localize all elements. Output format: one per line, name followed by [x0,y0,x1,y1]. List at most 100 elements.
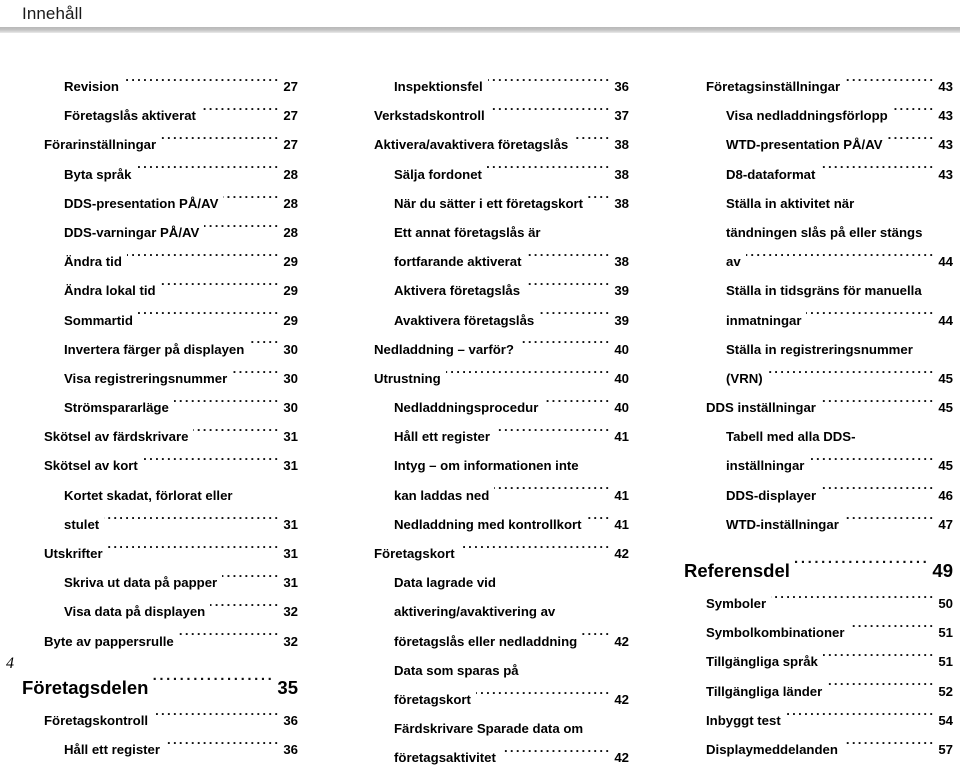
toc-entry-label: företagskort [394,691,471,707]
toc-entry[interactable]: Data lagrade vid [352,568,629,597]
toc-entry[interactable]: inställningar 45 [684,451,953,480]
toc-entry[interactable]: Färdskrivare Sparade data om [352,714,629,743]
toc-entry-page-number: 31 [283,516,298,532]
toc-entry[interactable]: Ställa in registreringsnummer [684,335,953,364]
toc-entry[interactable]: DDS-varningar PÅ/AV 28 [22,218,298,247]
toc-entry[interactable]: (VRN) 45 [684,364,953,393]
toc-entry[interactable]: aktivering/avaktivering av [352,597,629,626]
toc-entry[interactable]: Inbyggt test 54 [684,706,953,735]
toc-entry[interactable]: D8-dataformat 43 [684,160,953,189]
toc-entry-label: Färdskrivare Sparade data om [394,721,584,737]
toc-entry-label: Företagsdelen [22,676,149,698]
page-header: Innehåll [0,0,960,34]
toc-entry[interactable]: Symbolkombinationer 51 [684,618,953,647]
toc-entry[interactable]: Företagskontroll 36 [22,706,298,735]
toc-entry-page-number: 29 [283,283,298,299]
toc-entry[interactable]: Revision 27 [22,72,298,101]
toc-entry[interactable]: Ställa in tidsgräns för manuella [684,276,953,305]
toc-entry[interactable]: Skriva ut data på papper 31 [22,568,298,597]
toc-entry[interactable]: Tillgängliga språk 51 [684,647,953,676]
toc-entry[interactable]: Byta språk 28 [22,160,298,189]
toc-entry[interactable]: Strömspararläge 30 [22,393,298,422]
page-title: Innehåll [22,4,83,23]
toc-entry[interactable]: Sälja fordonet 38 [352,160,629,189]
toc-entry[interactable]: Visa nedladdningsförlopp 43 [684,101,953,130]
toc-entry[interactable]: Skötsel av färdskrivare 31 [22,422,298,451]
toc-entry[interactable]: Ändra lokal tid 29 [22,276,298,305]
toc-entry[interactable]: Inspektionsfel 36 [352,72,629,101]
toc-entry[interactable]: DDS-displayer 46 [684,481,953,510]
toc-entry[interactable]: Företagsdelen 35 [22,669,298,706]
toc-entry-page-number: 40 [614,400,629,416]
toc-entry-page-number: 47 [938,516,953,532]
toc-entry[interactable]: Kortet skadat, förlorat eller [22,481,298,510]
toc-entry[interactable]: Invertera färger på displayen 30 [22,335,298,364]
toc-entry[interactable]: Företagslås aktiverat 27 [22,101,298,130]
toc-entry[interactable]: Nedladdning – varför? 40 [352,335,629,364]
toc-entry[interactable]: Förarinställningar 27 [22,130,298,159]
toc-entry[interactable]: företagslås eller nedladdning 42 [352,627,629,656]
toc-entry[interactable]: När du sätter i ett företagskort 38 [352,189,629,218]
toc-entry-label: Referensdel [684,560,790,581]
toc-entry-label: Visa nedladdningsförlopp [726,108,888,124]
toc-entry[interactable]: Referensdel 49 [684,552,953,589]
header-divider [0,27,960,33]
toc-entry[interactable]: Sommartid 29 [22,306,298,335]
toc-dot-leader [143,457,281,470]
toc-entry[interactable]: Verkstadskontroll 37 [352,101,629,130]
toc-entry[interactable]: Symboler 50 [684,589,953,618]
toc-dot-leader [223,195,280,208]
toc-entry[interactable]: Utrustning 40 [352,364,629,393]
toc-entry[interactable]: Tillgängliga länder 52 [684,677,953,706]
toc-entry-page-number: 43 [938,108,953,124]
toc-entry[interactable]: Nedladdningsprocedur 40 [352,393,629,422]
toc-dot-leader [210,603,280,616]
toc-entry-label: Företagsinställningar [706,79,841,94]
toc-entry[interactable]: Byte av pappersrulle 32 [22,627,298,656]
toc-entry[interactable]: WTD-inställningar 47 [684,510,953,539]
toc-entry[interactable]: inmatningar 44 [684,306,953,335]
toc-entry[interactable]: stulet 31 [22,510,298,539]
toc-entry[interactable]: WTD-presentation PÅ/AV 43 [684,130,953,159]
toc-entry[interactable]: Visa registreringsnummer 30 [22,364,298,393]
toc-entry[interactable]: Företagskort 42 [352,539,629,568]
toc-entry-page-number: 39 [614,312,629,328]
toc-entry-label: företagsaktivitet [394,750,496,766]
toc-entry[interactable]: Displaymeddelanden 57 [684,735,953,764]
toc-dot-leader [525,282,611,295]
toc-entry[interactable]: Utskrifter 31 [22,539,298,568]
toc-entry[interactable]: tändningen slås på eller stängs [684,218,953,247]
toc-entry-page-number: 49 [932,560,953,581]
toc-entry[interactable]: Aktivera företagslås 39 [352,276,629,305]
toc-entry[interactable]: DDS inställningar 45 [684,393,953,422]
toc-entry[interactable]: kan laddas ned 41 [352,481,629,510]
toc-entry[interactable]: Avaktivera företagslås 39 [352,306,629,335]
toc-entry-label: Sälja fordonet [394,166,482,182]
toc-entry[interactable]: av 44 [684,247,953,276]
toc-entry[interactable]: Aktivera/avaktivera företagslås 38 [352,130,629,159]
toc-entry-page-number: 52 [938,683,953,699]
toc-entry[interactable]: Skötsel av kort 31 [22,451,298,480]
toc-entry[interactable]: Visa data på displayen 32 [22,597,298,626]
toc-entry[interactable]: Ett annat företagslås är [352,218,629,247]
toc-entry[interactable]: fortfarande aktiverat 38 [352,247,629,276]
toc-entry[interactable]: företagsaktivitet 42 [352,743,629,772]
toc-entry-label: Byta språk [64,166,132,182]
toc-entry-label: Ställa in registreringsnummer [726,341,913,357]
toc-entry[interactable]: Ställa in aktivitet när [684,189,953,218]
toc-entry-label: Nedladdningsprocedur [394,400,539,416]
toc-entry[interactable]: Ändra tid 29 [22,247,298,276]
toc-entry[interactable]: Företagsinställningar 43 [684,72,953,101]
toc-entry[interactable]: Intyg – om informationen inte [352,451,629,480]
toc-entry[interactable]: DDS-presentation PÅ/AV 28 [22,189,298,218]
toc-entry[interactable]: Håll ett register 41 [352,422,629,451]
toc-entry[interactable]: Håll ett register 36 [22,735,298,764]
toc-entry-page-number: 29 [283,254,298,270]
toc-entry[interactable]: Tabell med alla DDS- [684,422,953,451]
toc-entry-page-number: 38 [614,137,629,153]
toc-entry[interactable]: Nedladdning med kontrollkort 41 [352,510,629,539]
toc-entry-label: Ändra tid [64,254,122,270]
toc-dot-leader [888,136,936,149]
toc-entry[interactable]: Data som sparas på [352,656,629,685]
toc-entry[interactable]: företagskort 42 [352,685,629,714]
